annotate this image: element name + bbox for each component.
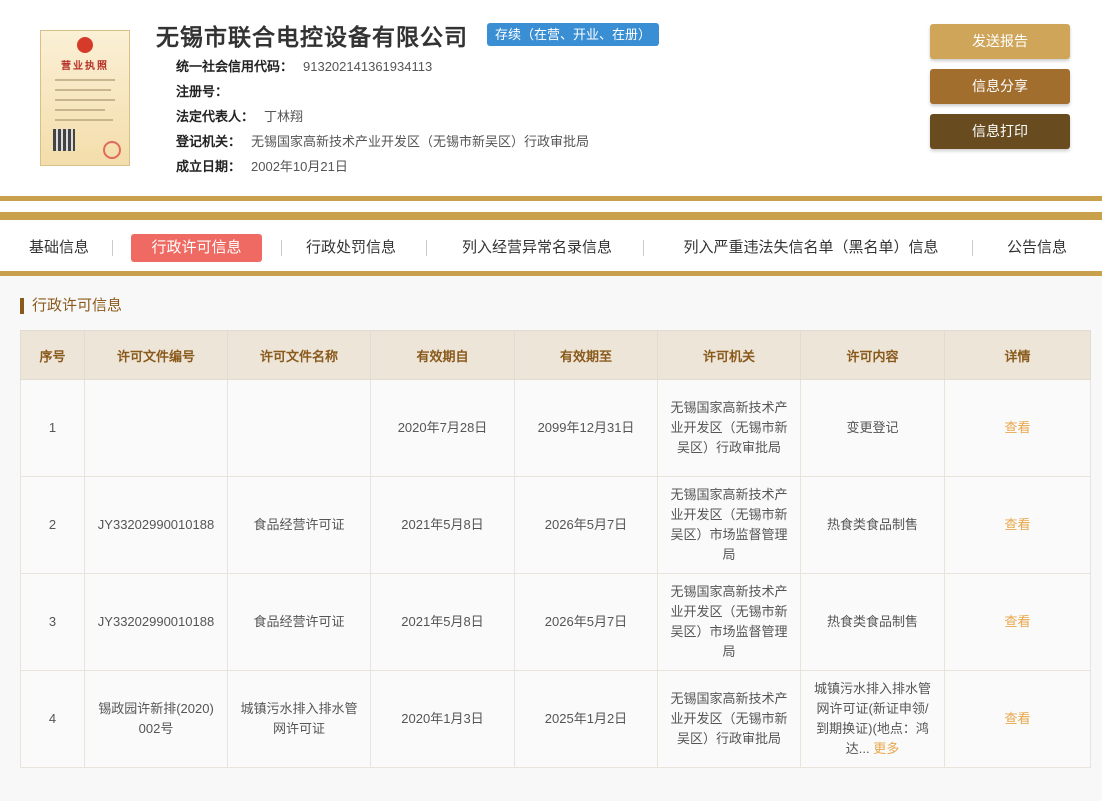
cell-detail: 查看 bbox=[944, 476, 1091, 574]
info-reg-no: 注册号： bbox=[176, 81, 238, 100]
print-info-button[interactable]: 信息打印 bbox=[930, 114, 1070, 149]
info-label: 统一社会信用代码： bbox=[176, 59, 294, 74]
info-legal-rep: 法定代表人： 丁林翔 bbox=[176, 106, 303, 125]
tab-abnormal-list[interactable]: 列入经营异常名录信息 bbox=[456, 234, 618, 262]
table-row: 1 2020年7月28日 2099年12月31日 无锡国家高新技术产业开发区（无… bbox=[20, 379, 1091, 477]
company-name: 无锡市联合电控设备有限公司 bbox=[156, 24, 468, 50]
table-header-row: 序号 许可文件编号 许可文件名称 有效期自 有效期至 许可机关 许可内容 详情 bbox=[20, 330, 1091, 380]
license-text-line bbox=[55, 89, 111, 91]
cell-content: 热食类食品制售 bbox=[800, 476, 945, 574]
cell-doc-no: 锡政园许新排(2020)002号 bbox=[84, 670, 228, 768]
cell-valid-from: 2021年5月8日 bbox=[370, 573, 515, 671]
cell-valid-from: 2020年7月28日 bbox=[370, 379, 515, 477]
cell-valid-to: 2026年5月7日 bbox=[514, 573, 658, 671]
cell-authority: 无锡国家高新技术产业开发区（无锡市新吴区）行政审批局 bbox=[657, 379, 801, 477]
col-header: 序号 bbox=[20, 330, 85, 380]
cell-content: 城镇污水排入排水管网许可证(新证申领/到期换证)(地点：鸿达... 更多 bbox=[800, 670, 945, 768]
col-header: 许可文件名称 bbox=[227, 330, 371, 380]
license-text-line bbox=[55, 109, 105, 111]
cell-doc-name: 城镇污水排入排水管网许可证 bbox=[227, 670, 371, 768]
info-label: 登记机关： bbox=[176, 134, 242, 149]
info-tabs: 基础信息 行政许可信息 行政处罚信息 列入经营异常名录信息 列入严重违法失信名单… bbox=[0, 222, 1102, 272]
red-seal-icon bbox=[103, 141, 121, 159]
license-text-line bbox=[55, 119, 113, 121]
permits-table: 序号 许可文件编号 许可文件名称 有效期自 有效期至 许可机关 许可内容 详情 … bbox=[20, 330, 1091, 768]
info-label: 成立日期： bbox=[176, 159, 242, 174]
cell-valid-to: 2026年5月7日 bbox=[514, 476, 658, 574]
section-title: 行政许可信息 bbox=[20, 298, 122, 314]
cell-no: 2 bbox=[20, 476, 85, 574]
tab-blacklist[interactable]: 列入严重违法失信名单（黑名单）信息 bbox=[674, 234, 948, 262]
cell-detail: 查看 bbox=[944, 670, 1091, 768]
info-established: 成立日期： 2002年10月21日 bbox=[176, 156, 348, 175]
license-text-line bbox=[55, 79, 115, 81]
col-header: 许可内容 bbox=[800, 330, 945, 380]
info-credit-code: 统一社会信用代码： 913202141361934113 bbox=[176, 56, 432, 75]
company-header: 营业执照 无锡市联合电控设备有限公司 存续（在营、开业、在册） 统一社会信用代码… bbox=[0, 0, 1102, 196]
share-info-button[interactable]: 信息分享 bbox=[930, 69, 1070, 104]
cell-valid-to: 2099年12月31日 bbox=[514, 379, 658, 477]
license-title: 营业执照 bbox=[61, 61, 109, 72]
tab-basic-info[interactable]: 基础信息 bbox=[26, 234, 92, 262]
cell-no: 3 bbox=[20, 573, 85, 671]
info-value: 913202141361934113 bbox=[303, 59, 433, 74]
tab-separator bbox=[972, 240, 973, 256]
cell-no: 1 bbox=[20, 379, 85, 477]
tab-separator bbox=[281, 240, 282, 256]
cell-detail: 查看 bbox=[944, 379, 1091, 477]
tab-announcements[interactable]: 公告信息 bbox=[1004, 234, 1070, 262]
cell-authority: 无锡国家高新技术产业开发区（无锡市新吴区）市场监督管理局 bbox=[657, 476, 801, 574]
more-link[interactable]: 更多 bbox=[873, 741, 899, 756]
tab-admin-license[interactable]: 行政许可信息 bbox=[131, 234, 262, 262]
info-label: 注册号： bbox=[176, 84, 229, 99]
cell-doc-no: JY33202990010188 bbox=[84, 476, 228, 574]
col-header: 许可文件编号 bbox=[84, 330, 228, 380]
cell-content: 变更登记 bbox=[800, 379, 945, 477]
qr-code-icon bbox=[53, 129, 75, 151]
tab-separator bbox=[426, 240, 427, 256]
status-badge: 存续（在营、开业、在册） bbox=[487, 23, 660, 46]
license-text-line bbox=[55, 99, 115, 101]
view-detail-link[interactable]: 查看 bbox=[1004, 517, 1030, 532]
tab-admin-penalty[interactable]: 行政处罚信息 bbox=[302, 234, 400, 262]
table-row: 2 JY33202990010188 食品经营许可证 2021年5月8日 202… bbox=[20, 476, 1091, 574]
info-value: 2002年10月21日 bbox=[251, 159, 348, 174]
cell-authority: 无锡国家高新技术产业开发区（无锡市新吴区）行政审批局 bbox=[657, 670, 801, 768]
tab-separator bbox=[112, 240, 113, 256]
send-report-button[interactable]: 发送报告 bbox=[930, 24, 1070, 59]
info-value: 无锡国家高新技术产业开发区（无锡市新吴区）行政审批局 bbox=[251, 134, 590, 149]
info-authority: 登记机关： 无锡国家高新技术产业开发区（无锡市新吴区）行政审批局 bbox=[176, 131, 589, 150]
gold-divider bbox=[0, 196, 1102, 201]
business-license-image[interactable]: 营业执照 bbox=[40, 30, 130, 166]
cell-doc-name bbox=[227, 379, 371, 477]
cell-valid-to: 2025年1月2日 bbox=[514, 670, 658, 768]
col-header: 有效期至 bbox=[514, 330, 658, 380]
national-emblem-icon bbox=[77, 37, 93, 53]
cell-doc-name: 食品经营许可证 bbox=[227, 573, 371, 671]
cell-authority: 无锡国家高新技术产业开发区（无锡市新吴区）市场监督管理局 bbox=[657, 573, 801, 671]
col-header: 许可机关 bbox=[657, 330, 801, 380]
cell-doc-name: 食品经营许可证 bbox=[227, 476, 371, 574]
cell-doc-no bbox=[84, 379, 228, 477]
cell-detail: 查看 bbox=[944, 573, 1091, 671]
gold-divider bbox=[0, 212, 1102, 220]
cell-doc-no: JY33202990010188 bbox=[84, 573, 228, 671]
view-detail-link[interactable]: 查看 bbox=[1004, 614, 1030, 629]
table-row: 4 锡政园许新排(2020)002号 城镇污水排入排水管网许可证 2020年1月… bbox=[20, 670, 1091, 768]
cell-no: 4 bbox=[20, 670, 85, 768]
table-row: 3 JY33202990010188 食品经营许可证 2021年5月8日 202… bbox=[20, 573, 1091, 671]
cell-valid-from: 2021年5月8日 bbox=[370, 476, 515, 574]
info-label: 法定代表人： bbox=[176, 109, 255, 124]
info-value: 丁林翔 bbox=[264, 109, 304, 124]
col-header: 有效期自 bbox=[370, 330, 515, 380]
view-detail-link[interactable]: 查看 bbox=[1004, 420, 1030, 435]
cell-valid-from: 2020年1月3日 bbox=[370, 670, 515, 768]
col-header: 详情 bbox=[944, 330, 1091, 380]
cell-content: 热食类食品制售 bbox=[800, 573, 945, 671]
view-detail-link[interactable]: 查看 bbox=[1004, 711, 1030, 726]
tab-separator bbox=[643, 240, 644, 256]
